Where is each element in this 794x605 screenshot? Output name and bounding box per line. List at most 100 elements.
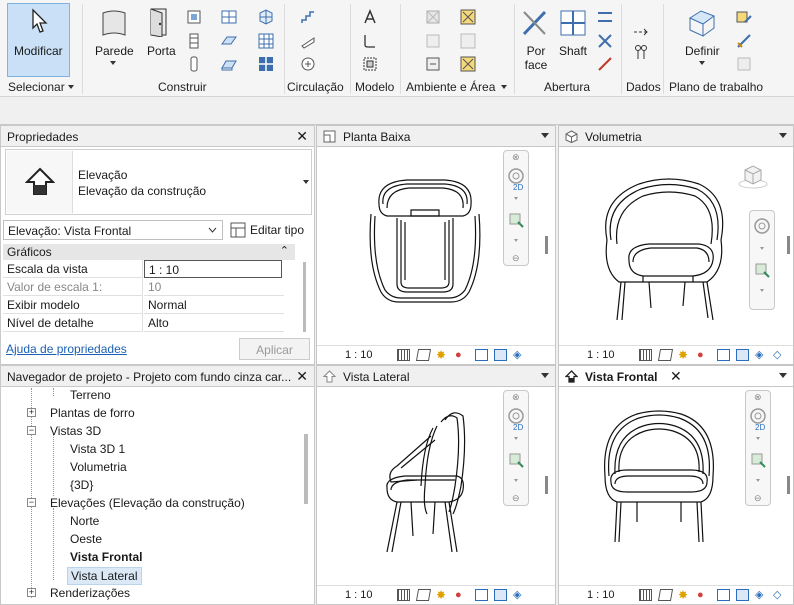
navigation-bar[interactable]: ⊗ 2D ⊖ (745, 390, 771, 506)
chevron-down-icon[interactable] (501, 85, 507, 89)
area-icon[interactable] (460, 9, 476, 25)
close-icon[interactable]: ✕ (296, 128, 308, 145)
show-crop-icon[interactable] (736, 589, 749, 601)
close-icon[interactable]: ⊗ (512, 392, 520, 403)
wall-opening-icon[interactable] (597, 9, 613, 25)
crop-view-icon[interactable] (475, 349, 488, 361)
curtain-system-icon[interactable] (258, 9, 274, 25)
chevron-down-icon[interactable] (756, 437, 760, 440)
shadows-icon[interactable]: ● (455, 589, 468, 601)
close-icon[interactable]: ✕ (670, 368, 682, 385)
chevron-down-icon[interactable] (514, 479, 518, 482)
view-tab[interactable]: Volumetria (559, 126, 793, 147)
by-face-button[interactable]: Por face (524, 44, 548, 72)
view-volume[interactable]: Volumetria 1 : 10 ✸ ● ◈ ◇ (558, 125, 794, 365)
view-plan[interactable]: Planta Baixa ⊗ 2D ⊖ 1 : 10 ✸ ● ◈ (316, 125, 556, 365)
shadows-icon[interactable]: ● (697, 349, 710, 361)
instance-filter-select[interactable]: Elevação: Vista Frontal (3, 220, 223, 240)
zoom-icon[interactable] (509, 453, 524, 468)
floor-icon[interactable] (221, 56, 237, 72)
property-value[interactable]: Normal (144, 296, 284, 314)
vertical-opening-icon[interactable] (597, 33, 613, 49)
scrollbar[interactable] (304, 434, 308, 504)
view-scale[interactable]: 1 : 10 (587, 589, 615, 601)
view-side[interactable]: Vista Lateral ⊗ 2D ⊖ 1 : 10 ✸ ● ◈ (316, 365, 556, 605)
chevron-down-icon[interactable] (68, 85, 74, 89)
show-crop-icon[interactable] (736, 349, 749, 361)
room-separator-icon[interactable] (425, 33, 441, 49)
show-work-plane-icon[interactable] (736, 9, 752, 25)
close-icon[interactable]: ⊗ (512, 152, 520, 163)
chevron-down-icon[interactable] (760, 247, 764, 250)
view-front[interactable]: Vista Frontal ✕ ⊗ 2D ⊖ 1 : 10 ✸ ● ◈ ◇ (558, 365, 794, 605)
minimize-icon[interactable]: ⊖ (512, 253, 520, 264)
visual-style-icon[interactable] (657, 349, 674, 361)
edit-type-button[interactable]: Editar tipo (250, 223, 304, 237)
ramp-icon[interactable] (300, 33, 316, 49)
chevron-down-icon[interactable] (303, 180, 309, 184)
set-work-plane-button[interactable]: Definir (685, 44, 720, 58)
tree-item-selected[interactable]: Vista Lateral (67, 567, 142, 585)
stair-icon[interactable] (300, 9, 316, 25)
tree-item-active[interactable]: Vista Frontal (70, 550, 142, 564)
chevron-down-icon[interactable] (514, 197, 518, 200)
scrollbar[interactable] (545, 236, 548, 254)
grid-icon[interactable] (633, 44, 649, 60)
sun-path-icon[interactable]: ✸ (436, 589, 449, 601)
viewcube-icon[interactable] (737, 162, 769, 190)
view-tab-active[interactable]: Vista Frontal ✕ (559, 366, 793, 387)
sun-path-icon[interactable]: ✸ (678, 589, 691, 601)
expand-icon[interactable]: + (27, 588, 36, 597)
chevron-down-icon[interactable] (541, 133, 549, 138)
tree-item[interactable]: Vistas 3D (50, 424, 101, 438)
shaft-button[interactable]: Shaft (559, 44, 587, 58)
minimize-icon[interactable]: ⊖ (754, 493, 762, 504)
tree-item[interactable]: Vista 3D 1 (70, 442, 125, 456)
model-group-icon[interactable] (362, 56, 378, 72)
room-icon[interactable] (425, 9, 441, 25)
tag-room-icon[interactable] (425, 56, 441, 72)
detail-level-icon[interactable] (397, 349, 410, 361)
close-icon[interactable]: ✕ (292, 368, 308, 385)
reveal-hidden-icon[interactable]: ◇ (773, 349, 786, 361)
area-boundary-icon[interactable] (460, 33, 476, 49)
tree-item[interactable]: Volumetria (70, 460, 127, 474)
zoom-icon[interactable] (755, 263, 770, 278)
show-crop-icon[interactable] (494, 589, 507, 601)
temp-hide-icon[interactable]: ◈ (755, 589, 768, 601)
chevron-down-icon[interactable] (514, 239, 518, 242)
collapse-icon[interactable]: − (27, 498, 36, 507)
detail-level-icon[interactable] (639, 589, 652, 601)
dormer-icon[interactable] (597, 56, 613, 72)
chevron-down-icon[interactable] (541, 373, 549, 378)
scrollbar[interactable] (787, 236, 790, 254)
tree-item[interactable]: Oeste (70, 532, 102, 546)
scrollbar[interactable] (303, 262, 306, 332)
apply-button[interactable]: Aplicar (239, 338, 310, 360)
crop-view-icon[interactable] (717, 349, 730, 361)
column-icon[interactable] (186, 33, 202, 49)
chevron-down-icon[interactable] (514, 437, 518, 440)
temp-hide-icon[interactable]: ◈ (755, 349, 768, 361)
view-scale[interactable]: 1 : 10 (345, 349, 373, 361)
zoom-icon[interactable] (509, 213, 524, 228)
detail-level-icon[interactable] (639, 349, 652, 361)
tag-area-icon[interactable] (460, 56, 476, 72)
scrollbar[interactable] (545, 476, 548, 494)
chevron-down-icon[interactable] (699, 61, 705, 65)
collapse-icon[interactable]: ⌃ (280, 244, 289, 257)
component-icon[interactable] (186, 9, 202, 25)
collapse-icon[interactable]: − (27, 426, 36, 435)
model-line-icon[interactable] (362, 33, 378, 49)
chevron-down-icon[interactable] (779, 373, 787, 378)
railing-icon[interactable] (186, 56, 202, 72)
edit-type-icon[interactable] (230, 222, 246, 238)
group-label-select[interactable]: Selecionar (8, 80, 65, 94)
minimize-icon[interactable]: ⊖ (512, 493, 520, 504)
view-scale[interactable]: 1 : 10 (587, 349, 615, 361)
sun-path-icon[interactable]: ✸ (678, 349, 691, 361)
tree-item[interactable]: Elevações (Elevação da construção) (50, 496, 245, 510)
roof-icon[interactable] (221, 9, 237, 25)
ref-plane-icon[interactable] (736, 33, 752, 49)
ceiling-icon[interactable] (221, 33, 237, 49)
